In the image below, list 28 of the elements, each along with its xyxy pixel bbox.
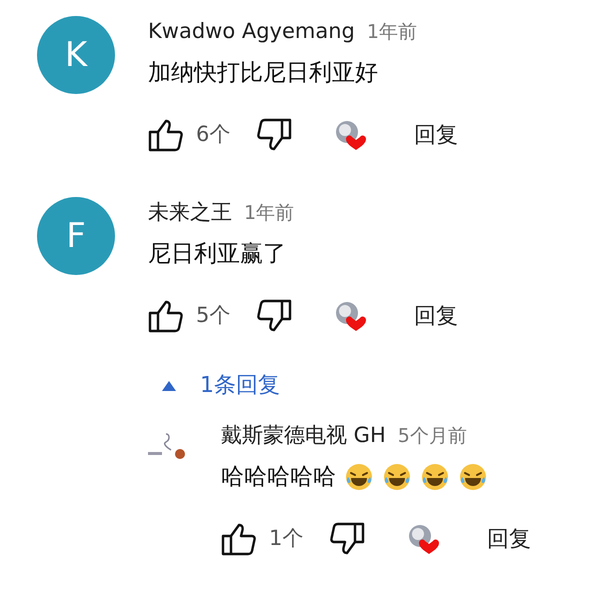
like-count: 5个 [196, 302, 232, 330]
comment-time: 5个月前 [398, 424, 467, 449]
thumbs-down-icon[interactable] [256, 299, 292, 333]
reply-button[interactable]: 回复 [414, 300, 458, 332]
laughing-emoji-icon [382, 462, 412, 492]
author-name[interactable]: 戴斯蒙德电视 GH [221, 420, 386, 452]
comment-text: 尼日利亚赢了 [148, 240, 287, 268]
comment-text: 加纳快打比尼日利亚好 [148, 58, 379, 88]
reply-avatar-icon[interactable] [146, 432, 188, 462]
thumbs-up-icon[interactable] [148, 118, 184, 152]
thumbs-up-icon[interactable] [221, 522, 257, 556]
like-count: 1个 [269, 525, 304, 552]
thumbs-down-icon[interactable] [256, 118, 292, 152]
thumbs-down-icon[interactable] [329, 522, 365, 556]
comment-time: 1年前 [366, 20, 417, 45]
author-name[interactable]: 未来之王 [148, 197, 232, 228]
reply-button[interactable]: 回复 [487, 522, 531, 556]
author-name[interactable]: Kwadwo Agyemang [148, 16, 355, 48]
caret-icon [162, 380, 176, 390]
laughing-emoji-icon [344, 462, 374, 492]
thumbs-up-icon[interactable] [148, 299, 184, 333]
laughing-emoji-icon [458, 462, 488, 492]
comment-text: 哈哈哈哈哈 [221, 462, 336, 492]
laughing-emoji-icon [420, 462, 450, 492]
like-count: 6个 [196, 121, 232, 148]
reply-button[interactable]: 回复 [414, 118, 458, 152]
replies-toggle[interactable]: 1条回复 [162, 369, 280, 402]
comment-time: 1年前 [244, 201, 294, 226]
